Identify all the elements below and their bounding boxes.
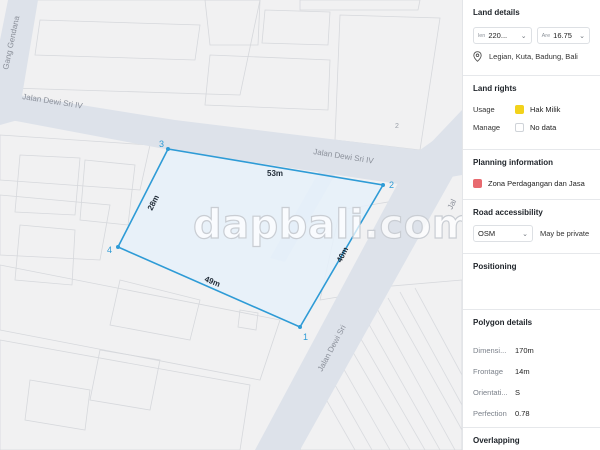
manage-swatch [515, 123, 524, 132]
section-land-rights: Land rights Usage Hak Milik Manage No da… [463, 76, 600, 150]
vertex-4[interactable] [116, 245, 120, 249]
positioning-title: Positioning [473, 262, 517, 271]
road-access-title: Road accessibility [473, 208, 543, 217]
land-details-title: Land details [473, 8, 520, 17]
vertex-label-4: 4 [107, 245, 112, 255]
map-canvas[interactable]: Gang Gendana Jalan Dewi Sri IV Jalan Dew… [0, 0, 462, 450]
map-view[interactable]: Gang Gendana Jalan Dewi Sri IV Jalan Dew… [0, 0, 462, 450]
planning-title: Planning information [473, 158, 553, 167]
width-unit: len [478, 32, 486, 39]
zone-value: Zona Perdagangan dan Jasa [488, 179, 585, 188]
polygon-row-perfection: Perfection 0.78 [473, 403, 590, 424]
edge-label-53m: 53m [267, 169, 283, 178]
parcel-number: 2 [395, 123, 399, 130]
manage-value: No data [530, 123, 557, 132]
location-pin-icon [473, 51, 485, 62]
section-overlapping: Overlapping [463, 428, 600, 445]
orientation-value: S [515, 388, 521, 397]
watermark: dapbali.com [193, 202, 462, 248]
polygon-row-frontage: Frontage 14m [473, 361, 590, 382]
dimension-label: Dimensi... [473, 346, 507, 355]
perfection-value: 0.78 [515, 409, 530, 418]
orientation-label: Orientati... [473, 388, 508, 397]
dimension-value: 170m [515, 346, 534, 355]
polygon-details-title: Polygon details [473, 318, 533, 327]
road-access-note: May be private [540, 229, 590, 238]
location-row: Legian, Kuta, Badung, Bali [473, 51, 590, 62]
area-value: 16.75 [553, 31, 572, 40]
usage-row: Usage Hak Milik [473, 105, 590, 114]
section-polygon-details: Polygon details Dimensi... 170m Frontage… [463, 310, 600, 428]
vertex-label-3: 3 [159, 139, 164, 149]
manage-label: Manage [473, 123, 501, 132]
vertex-label-2: 2 [389, 180, 394, 190]
overlapping-title: Overlapping [473, 436, 520, 445]
perfection-label: Perfection [473, 409, 507, 418]
section-road-access: Road accessibility OSM ⌄ May be private [463, 200, 600, 254]
vertex-3[interactable] [166, 147, 170, 151]
zone-row[interactable]: Zona Perdagangan dan Jasa [473, 179, 590, 188]
polygon-row-orientation: Orientati... S [473, 382, 590, 403]
frontage-value: 14m [515, 367, 530, 376]
vertex-label-1: 1 [303, 332, 308, 342]
vertex-1[interactable] [298, 325, 302, 329]
usage-swatch [515, 105, 524, 114]
details-panel: Land details len 220... ⌄ Are 16.75 ⌄ Le… [462, 0, 600, 450]
section-land-details: Land details len 220... ⌄ Are 16.75 ⌄ Le… [463, 0, 600, 76]
manage-row: Manage No data [473, 123, 590, 132]
area-select[interactable]: Are 16.75 ⌄ [536, 27, 590, 44]
section-positioning: Positioning [463, 254, 600, 310]
chevron-down-icon: ⌄ [579, 32, 585, 40]
road-source-value: OSM [478, 229, 496, 238]
width-value: 220... [488, 31, 508, 40]
width-select[interactable]: len 220... ⌄ [473, 27, 532, 44]
zone-swatch [473, 179, 482, 188]
usage-value: Hak Milik [530, 105, 561, 114]
road-source-select[interactable]: OSM ⌄ [473, 225, 533, 242]
vertex-2[interactable] [381, 183, 385, 187]
area-unit: Are [541, 32, 551, 39]
usage-label: Usage [473, 105, 495, 114]
location-text: Legian, Kuta, Badung, Bali [489, 52, 578, 61]
chevron-down-icon: ⌄ [520, 32, 527, 40]
land-rights-title: Land rights [473, 84, 517, 93]
section-planning: Planning information Zona Perdagangan da… [463, 150, 600, 200]
polygon-row-dimension: Dimensi... 170m [473, 340, 590, 361]
frontage-label: Frontage [473, 367, 504, 376]
chevron-down-icon: ⌄ [522, 230, 528, 238]
